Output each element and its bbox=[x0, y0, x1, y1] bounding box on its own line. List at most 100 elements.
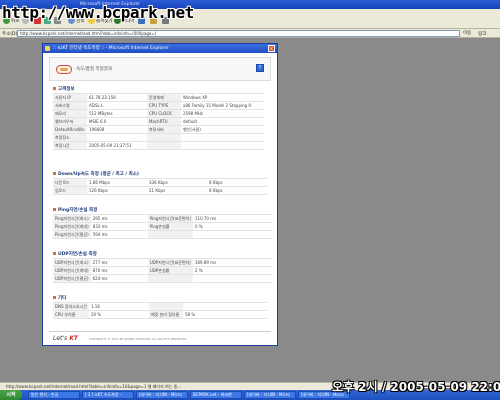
table-cell: CPU 부하율 bbox=[53, 310, 89, 319]
table-cell: MSIE 6.0 bbox=[87, 117, 147, 126]
ping-table: Ping지연시간(최소) 295 ms Ping지연시간(표준편차) 110.70 m… bbox=[53, 214, 273, 239]
table-row: Ping지연시간(최대) 833 ms Ping손실률 0 % bbox=[53, 222, 273, 231]
taskbar-item[interactable]: 받은 편지 - 한글 bbox=[28, 391, 80, 399]
table-cell: 8 Kbps bbox=[207, 178, 267, 187]
table-cell: default bbox=[181, 117, 265, 126]
table-cell: UDP지연시간(최소) bbox=[53, 258, 91, 267]
table-cell: 8 Kbps bbox=[207, 186, 267, 195]
table-cell: UDP지연시간(평균) bbox=[53, 274, 91, 283]
table-cell: 측정시간 bbox=[53, 141, 87, 150]
table-cell: 189.89 ms bbox=[192, 258, 273, 267]
table-row: 웹브라우저 MSIE 6.0 MachRTU default bbox=[53, 117, 265, 126]
kt-logo: Let's KT bbox=[53, 335, 78, 342]
table-cell: 패킷 분리 점유율 bbox=[148, 310, 183, 319]
table-row: 메모리 512 MBytes CPU CLOCK 2598 MHz bbox=[53, 109, 265, 118]
table-cell: 61.78.23.159 bbox=[87, 93, 147, 102]
result-header-title: 속도/품질 측정결과 bbox=[76, 67, 113, 72]
table-cell: 870 ms bbox=[90, 266, 148, 275]
table-cell bbox=[192, 230, 273, 239]
table-cell bbox=[148, 302, 183, 311]
table-cell: 126 Kbps bbox=[87, 186, 147, 195]
popup-title-text: :: ezKT 인터넷 속도측정 :: - Microsoft Internet… bbox=[53, 46, 169, 51]
taskbar-item[interactable]: BCPARK.net - 비씨팬 bbox=[190, 391, 242, 399]
table-row: 측정시간 2005-05-09 21:27:51 bbox=[53, 141, 265, 150]
taskbar-item[interactable]: [네이버 : 지식IN - Micro bbox=[136, 391, 188, 399]
table-cell: 1.86 Mbps bbox=[87, 178, 147, 187]
table-cell: 295 ms bbox=[90, 214, 148, 223]
table-cell bbox=[147, 141, 181, 150]
table-row: 사용자 IP 61.78.23.159 운영체제 Windows XP bbox=[53, 93, 265, 102]
table-cell: 336 Kbps bbox=[147, 178, 207, 187]
date-time-overlay: 오후 2시 / 2005-05-09 22:09:1 bbox=[332, 380, 500, 394]
popup-body: 속도/품질 측정결과 ? 고객정보 사용자 IP 61.78.23.159 운영체제… bbox=[47, 55, 273, 345]
result-header: 속도/품질 측정결과 ? bbox=[49, 57, 271, 81]
table-cell: 서비스명 bbox=[53, 101, 87, 110]
section-ping-title: Ping지연/손실 측정 bbox=[53, 207, 97, 213]
table-cell: ADSL-L bbox=[87, 101, 147, 110]
table-row: DNS 질의소요시간 1.16 bbox=[53, 302, 267, 311]
table-cell: CPU TYPE bbox=[147, 101, 181, 110]
start-button[interactable]: 시작 bbox=[0, 390, 22, 400]
table-cell bbox=[147, 230, 193, 239]
watermark-text: http://www.bcpark.net bbox=[2, 3, 194, 22]
table-cell: 196608 bbox=[87, 125, 147, 134]
table-cell: 메모리 bbox=[53, 109, 87, 118]
table-cell: 사용자 IP bbox=[53, 93, 87, 102]
table-cell: 업로드 bbox=[53, 186, 87, 195]
table-cell: x86 Family 15 Model 2 Stepping 9 bbox=[181, 101, 265, 110]
table-cell: Ping지연시간(평균) bbox=[53, 230, 91, 239]
table-cell: 측정서버 bbox=[147, 125, 181, 134]
table-cell: 2005-05-09 21:27:51 bbox=[87, 141, 147, 150]
speedtest-popup-window: :: ezKT 인터넷 속도측정 :: - Microsoft Internet… bbox=[42, 43, 278, 346]
address-input[interactable]: http://www.bcpark.net/internet/ead.html?… bbox=[17, 30, 460, 37]
table-row: UDP지연시간(최대) 870 ms UDP손실률 2 % bbox=[53, 266, 273, 275]
table-row: Ping지연시간(평균) 594 ms bbox=[53, 230, 273, 239]
table-cell: DefaultRcvWin bbox=[53, 125, 87, 134]
table-cell: 다운로드 bbox=[53, 178, 87, 187]
table-cell: Ping지연시간(최소) bbox=[53, 214, 91, 223]
footer-copyright: COPYRIGHT © 2004 BY KOREA TELECOM. ALL R… bbox=[89, 337, 187, 341]
section-udp-title: UDP지연/손실 측정 bbox=[53, 251, 97, 257]
table-cell: 20 % bbox=[88, 310, 149, 319]
table-cell: CPU CLOCK bbox=[147, 109, 181, 118]
table-row: Ping지연시간(최소) 295 ms Ping지연시간(표준편차) 110.70 m… bbox=[53, 214, 273, 223]
table-cell: 2598 MHz bbox=[181, 109, 265, 118]
table-row: 업로드 126 Kbps 21 Kbps 8 Kbps bbox=[53, 186, 267, 195]
taskbar-item[interactable]: [ 2 ] icKT 속도측정 - bbox=[82, 391, 134, 399]
table-cell: 운영체제 bbox=[147, 93, 181, 102]
table-cell: 833 ms bbox=[90, 222, 148, 231]
links-button[interactable]: 링크 bbox=[478, 31, 486, 37]
table-cell bbox=[181, 141, 265, 150]
table-cell: 624 ms bbox=[90, 274, 148, 283]
table-row: UDP지연시간(평균) 624 ms bbox=[53, 274, 273, 283]
address-bar: 주소(D) http://www.bcpark.net/internet/ead… bbox=[0, 29, 500, 38]
speed-table: 다운로드 1.86 Mbps 336 Kbps 8 Kbps 업로드 126 Kbps 21… bbox=[53, 178, 267, 195]
table-row: 다운로드 1.86 Mbps 336 Kbps 8 Kbps bbox=[53, 178, 267, 187]
table-row: 측정장소 bbox=[53, 133, 265, 142]
table-cell: DNS 질의소요시간 bbox=[53, 302, 89, 311]
popup-titlebar: :: ezKT 인터넷 속도측정 :: - Microsoft Internet… bbox=[43, 44, 277, 53]
address-label: 주소(D) bbox=[2, 32, 18, 37]
table-cell: UDP손실률 bbox=[147, 266, 193, 275]
table-row: CPU 부하율 20 % 패킷 분리 점유율 58 % bbox=[53, 310, 267, 319]
table-cell: 512 MBytes bbox=[87, 109, 147, 118]
table-cell: 0 % bbox=[192, 222, 273, 231]
table-cell: 21 Kbps bbox=[147, 186, 207, 195]
table-cell: 2 % bbox=[192, 266, 273, 275]
taskbar-item[interactable]: [네이버 : 지식IN - Micro bbox=[244, 391, 296, 399]
table-cell: Windows XP bbox=[181, 93, 265, 102]
table-cell: 110.70 ms bbox=[192, 214, 273, 223]
section-speed-title: Down/Up속도 측정 (평균 / 최고 / 최소) bbox=[53, 171, 139, 177]
kt-logo-prefix: Let's bbox=[53, 335, 68, 342]
table-cell: Ping지연시간(표준편차) bbox=[147, 214, 193, 223]
table-cell bbox=[192, 274, 273, 283]
udp-table: UDP지연시간(최소) 277 ms UDP지연시간(표준편차) 189.89 ms U… bbox=[53, 258, 273, 283]
go-button[interactable]: 이동 bbox=[463, 30, 471, 36]
kt-logo-brand: KT bbox=[69, 335, 79, 342]
info-icon[interactable]: ? bbox=[256, 64, 264, 72]
table-cell: 웹브라우저 bbox=[53, 117, 87, 126]
section-other-title: 기타 bbox=[53, 295, 66, 301]
customer-info-table: 사용자 IP 61.78.23.159 운영체제 Windows XP 서비스명 ADSL… bbox=[53, 93, 265, 150]
popup-close-button[interactable]: x bbox=[268, 45, 275, 52]
table-row: DefaultRcvWin 196608 측정서버 행인(서울) bbox=[53, 125, 265, 134]
